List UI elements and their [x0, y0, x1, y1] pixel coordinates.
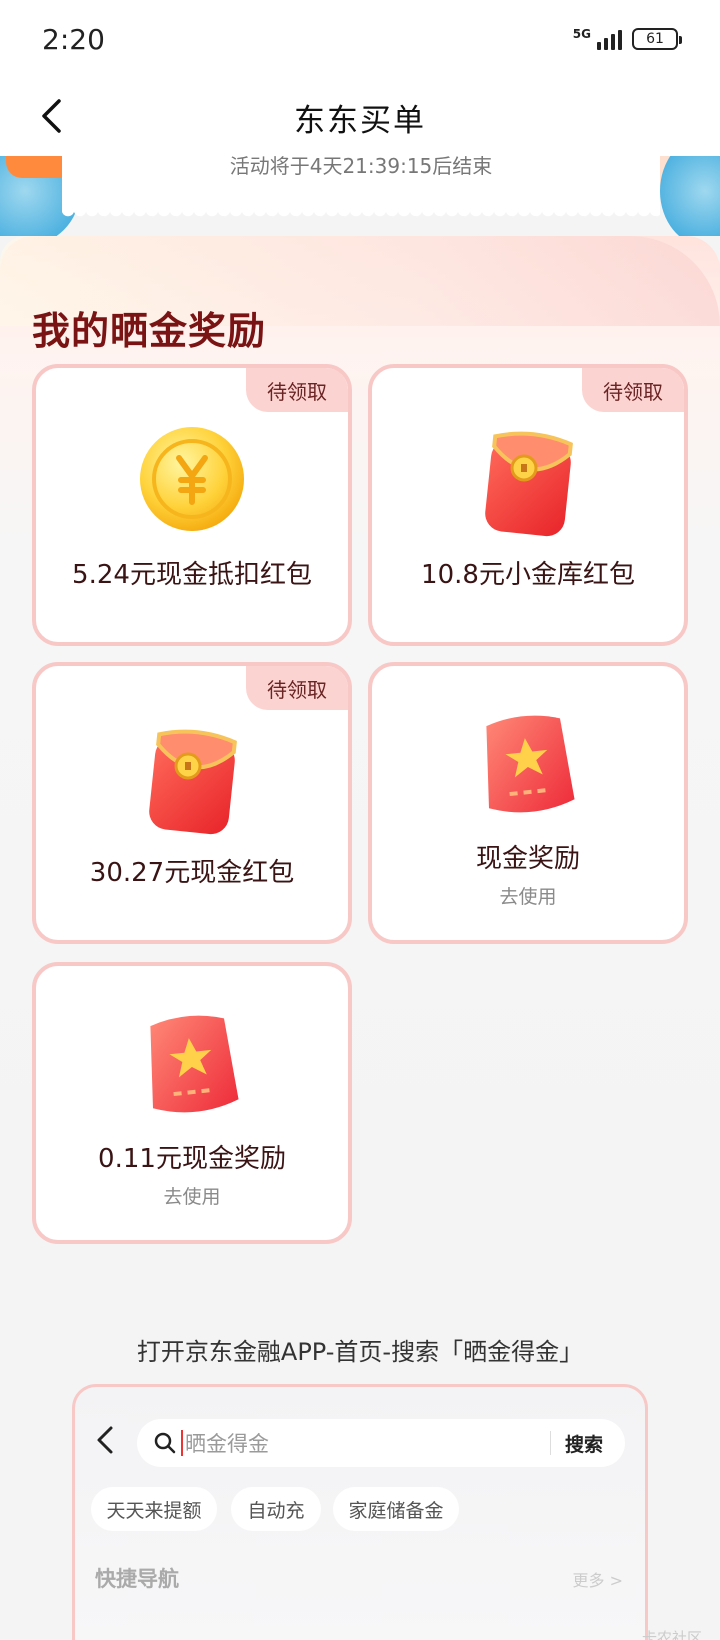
red-envelope-icon	[485, 431, 573, 537]
card-label: 5.24元现金抵扣红包	[72, 560, 312, 590]
star-pouch-icon	[150, 1015, 239, 1113]
chevron-left-icon	[42, 99, 61, 133]
chip-2: 自动充	[231, 1487, 321, 1531]
use-link[interactable]: 去使用	[36, 1182, 348, 1209]
reward-card-small-cash[interactable]: 0.11元现金奖励 去使用	[32, 962, 352, 1244]
signal-icon: 5G	[573, 28, 622, 50]
reward-card-vault[interactable]: 待领取 10.8元小金库红包	[368, 364, 688, 646]
status-time: 2:20	[42, 22, 105, 56]
activity-ticket: 活动将于4天21:39:15后结束	[0, 156, 720, 236]
text-caret	[181, 1430, 183, 1456]
card-label: 0.11元现金奖励	[98, 1144, 286, 1174]
status-badge: 待领取	[246, 666, 348, 710]
card-label: 30.27元现金红包	[89, 858, 295, 888]
search-icon	[154, 1432, 176, 1454]
ticket-body: 活动将于4天21:39:15后结束	[62, 156, 660, 212]
search-placeholder: 晒金得金	[185, 1432, 269, 1456]
nav-bar: 东东买单	[0, 78, 720, 156]
status-bar: 2:20 5G 61	[0, 0, 720, 78]
status-badge: 待领取	[582, 368, 684, 412]
section-title: 我的晒金奖励	[32, 309, 267, 353]
red-envelope-icon	[149, 729, 237, 835]
instruction-text: 打开京东金融APP-首页-搜索「晒金得金」	[136, 1338, 584, 1366]
status-badge: 待领取	[246, 368, 348, 412]
chip-3: 家庭储备金	[333, 1487, 459, 1531]
gold-coin-icon	[140, 427, 244, 531]
chevron-left-icon	[97, 1426, 113, 1454]
reward-card-cash-envelope[interactable]: 待领取 30.27元现金红包	[32, 662, 352, 944]
search-preview: 晒金得金 搜索 天天来提额 自动充 家庭储备金 快捷导航 更多 >	[72, 1384, 648, 1640]
quick-nav-title: 快捷导航	[95, 1567, 179, 1591]
search-bar: 晒金得金 搜索	[137, 1419, 625, 1467]
chip-1: 天天来提额	[91, 1487, 217, 1531]
star-pouch-icon	[486, 715, 575, 813]
reward-card-cash-reward[interactable]: 现金奖励 去使用	[368, 662, 688, 944]
use-link[interactable]: 去使用	[372, 882, 684, 909]
back-button[interactable]	[30, 94, 74, 138]
search-button: 搜索	[564, 1433, 603, 1456]
battery-icon: 61	[632, 28, 682, 50]
card-label: 现金奖励	[475, 844, 580, 874]
countdown-text: 活动将于4天21:39:15后结束	[229, 156, 493, 178]
decor-ball-right	[660, 156, 720, 236]
more-link: 更多 >	[572, 1571, 624, 1590]
ticket-edge	[62, 210, 660, 222]
reward-card-cash-deduction[interactable]: 待领取 5.24元现金抵扣红包	[32, 364, 352, 646]
watermark: 卡农社区	[641, 1629, 702, 1640]
page-title: 东东买单	[294, 102, 426, 139]
status-indicators: 5G 61	[573, 28, 682, 50]
network-type: 5G	[572, 27, 591, 41]
card-label: 10.8元小金库红包	[421, 560, 635, 590]
battery-level: 61	[646, 31, 664, 47]
